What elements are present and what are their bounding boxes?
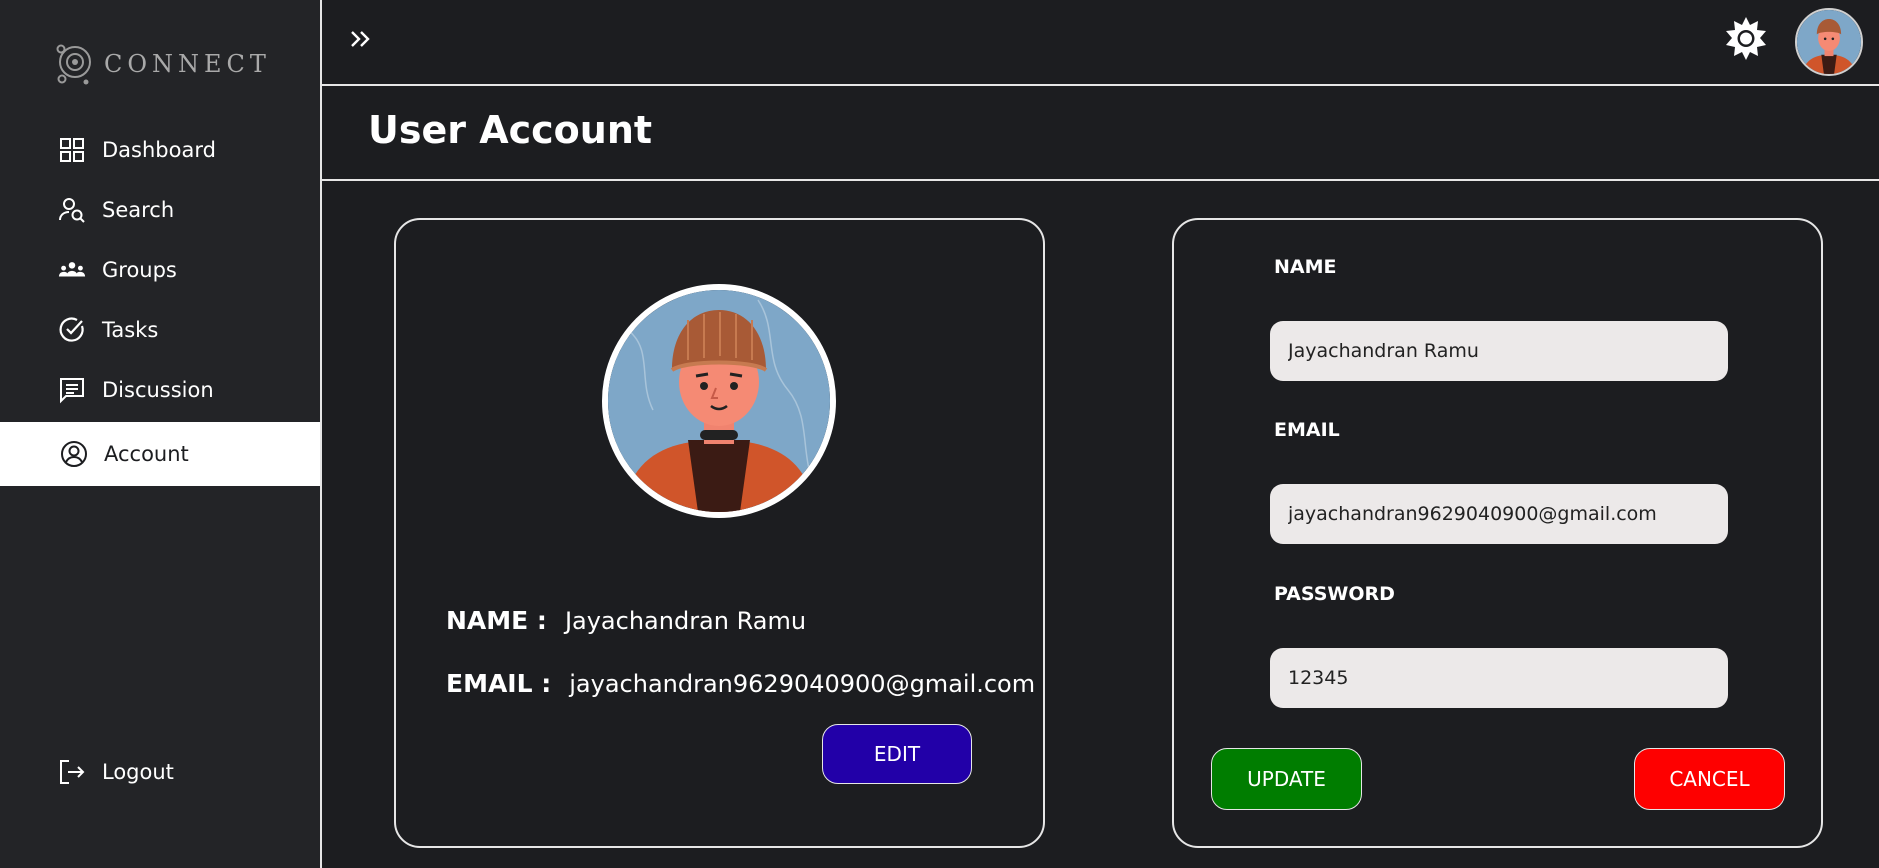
sidebar-item-label: Account — [104, 442, 189, 466]
email-field[interactable] — [1270, 484, 1728, 544]
brand-name: CONNECT — [104, 50, 271, 78]
profile-card: NAME : Jayachandran Ramu EMAIL : jayacha… — [394, 218, 1045, 848]
user-avatar[interactable] — [1795, 8, 1863, 76]
update-button[interactable]: UPDATE — [1211, 748, 1362, 810]
account-form-card: NAME EMAIL PASSWORD UPDATE CANCEL — [1172, 218, 1823, 848]
sidebar-item-label: Groups — [102, 258, 177, 282]
profile-name-label: NAME : — [446, 606, 547, 635]
sidebar-item-discussion[interactable]: Discussion — [0, 360, 320, 420]
profile-email-value: jayachandran9629040900@gmail.com — [569, 670, 1036, 698]
groups-icon — [58, 256, 86, 284]
sidebar-item-tasks[interactable]: Tasks — [0, 300, 320, 360]
profile-name-row: NAME : Jayachandran Ramu — [446, 606, 806, 635]
topbar — [322, 0, 1879, 86]
user-circle-icon — [60, 440, 88, 468]
sidebar: CONNECT Dashboard Search Groups Tasks Di… — [0, 0, 322, 868]
cancel-button[interactable]: CANCEL — [1634, 748, 1785, 810]
name-field[interactable] — [1270, 321, 1728, 381]
email-field-label: EMAIL — [1274, 419, 1340, 441]
sidebar-item-account[interactable]: Account — [0, 422, 320, 486]
logout-section: Logout — [0, 742, 320, 802]
double-chevron-right-icon[interactable] — [346, 24, 376, 54]
password-field[interactable] — [1270, 648, 1728, 708]
sidebar-item-search[interactable]: Search — [0, 180, 320, 240]
sun-icon[interactable] — [1723, 16, 1769, 62]
edit-button[interactable]: EDIT — [822, 724, 972, 784]
logout-button[interactable]: Logout — [0, 742, 320, 802]
page-title: User Account — [368, 108, 653, 152]
sidebar-item-label: Dashboard — [102, 138, 216, 162]
connect-logo-icon — [56, 44, 91, 85]
profile-avatar — [602, 284, 836, 518]
sidebar-nav: Dashboard Search Groups Tasks Discussion… — [0, 120, 320, 488]
sidebar-item-label: Discussion — [102, 378, 214, 402]
logout-icon — [58, 758, 86, 786]
sidebar-item-label: Search — [102, 198, 175, 222]
user-search-icon — [58, 196, 86, 224]
sidebar-item-label: Tasks — [102, 318, 159, 342]
chat-icon — [58, 376, 86, 404]
profile-email-row: EMAIL : jayachandran9629040900@gmail.com — [446, 669, 1035, 698]
password-field-label: PASSWORD — [1274, 583, 1395, 605]
profile-email-label: EMAIL : — [446, 669, 552, 698]
brand-logo[interactable]: CONNECT — [52, 38, 271, 90]
dashboard-grid-icon — [58, 136, 86, 164]
logout-label: Logout — [102, 760, 174, 784]
name-field-label: NAME — [1274, 256, 1337, 278]
sidebar-item-dashboard[interactable]: Dashboard — [0, 120, 320, 180]
profile-name-value: Jayachandran Ramu — [564, 607, 807, 635]
page-header: User Account — [322, 86, 1879, 181]
check-circle-icon — [58, 316, 86, 344]
sidebar-item-groups[interactable]: Groups — [0, 240, 320, 300]
